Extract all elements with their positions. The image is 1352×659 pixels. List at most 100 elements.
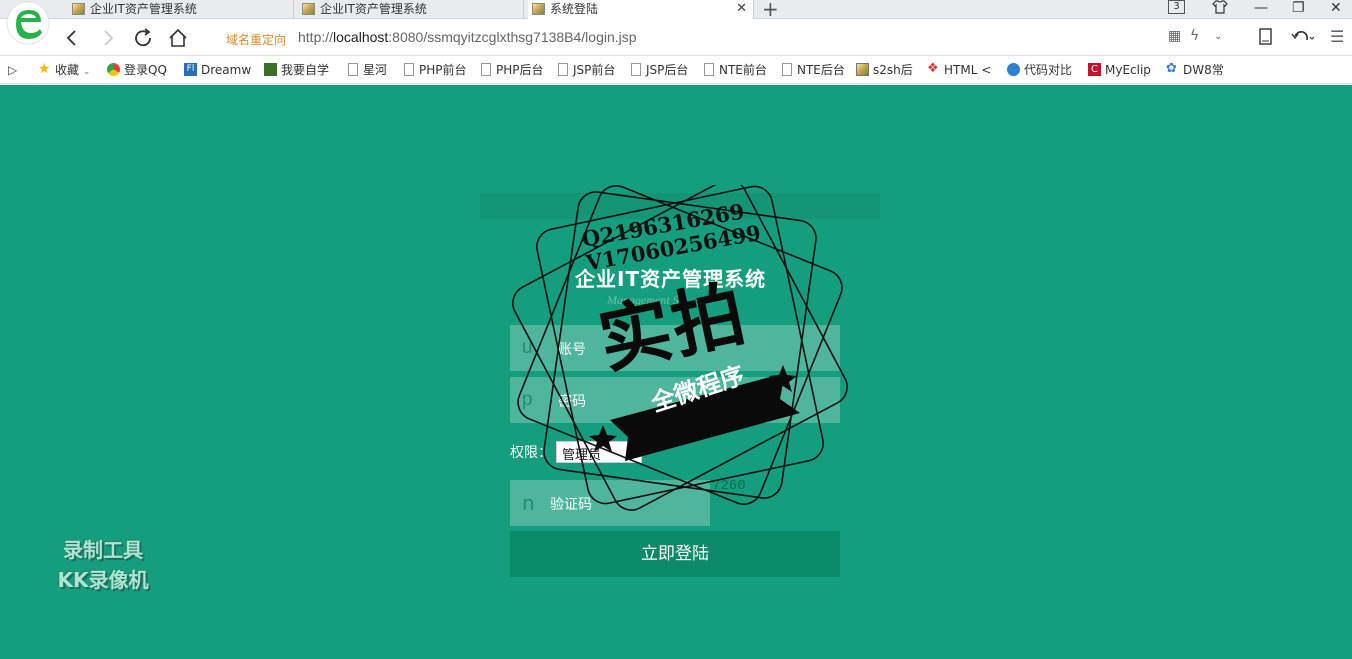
bookmark-code-compare[interactable]: 代码对比 [1007,62,1072,78]
address-toolbar: 域名重定向 http://localhost:8080/ssmqyitzcglx… [0,20,1352,56]
bookmark-label: 收藏 [55,63,80,77]
restore-icon[interactable]: ❐ [1292,0,1305,16]
image-icon [856,63,869,76]
bookmark-label: 代码对比 [1024,63,1073,77]
bookmark-xinghe[interactable]: 星河 [346,62,387,78]
bookmark-jsp-back[interactable]: JSP后台 [629,62,688,78]
chevron-down-icon[interactable]: ⌄ [1214,31,1222,42]
paw-icon: ✿ [1166,61,1177,76]
address-input[interactable]: http://localhost:8080/ssmqyitzcglxthsg71… [298,29,637,45]
chrome-icon [107,63,120,76]
chevron-down-icon: ⌄ [82,67,91,77]
bookmark-nte-back[interactable]: NTE后台 [780,62,845,78]
bookmark-html[interactable]: ❖ HTML < [927,61,992,78]
refresh-icon[interactable] [131,26,155,50]
menu-icon[interactable]: ☰ [1330,27,1344,46]
recorder-line-2: KK录像机 [57,568,149,592]
tab-count-badge[interactable]: 3 [1168,0,1185,14]
password-icon: p [522,389,533,410]
bookmark-label: 我要自学 [281,63,330,77]
role-select[interactable]: 管理员 [556,441,642,463]
page-favicon-icon [72,3,85,15]
url-path: :8080/ssmqyitzcglxthsg7138B4/login.jsp [388,29,637,45]
bookmark-label: MyEclip [1105,63,1151,77]
page-icon [481,63,491,76]
bookmark-label: JSP后台 [646,63,689,77]
bookmark-s2sh[interactable]: s2sh后 [856,62,913,78]
page-icon [782,63,792,76]
bookmark-self-study[interactable]: 我要自学 [264,62,329,78]
bookmark-label: JSP前台 [573,63,616,77]
bookmark-favorites[interactable]: ★ 收藏 ⌄ [38,61,91,80]
sidebar-toggle-icon[interactable]: ▷ [8,63,17,77]
bookmark-jsp-front[interactable]: JSP前台 [556,62,615,78]
page-favicon-icon [302,3,315,15]
close-window-icon[interactable]: ✕ [1330,0,1342,16]
new-tab-icon[interactable]: + [762,0,779,21]
compare-icon [1007,63,1020,76]
page-icon [558,63,568,76]
captcha-placeholder: 验证码 [550,497,592,513]
bookmark-myeclipse[interactable]: C MyEclip [1088,62,1151,78]
html-icon: ❖ [927,61,939,76]
back-icon[interactable] [60,26,84,50]
tab-title: 企业IT资产管理系统 [90,2,197,16]
username-placeholder: 账号 [558,342,586,358]
bookmark-dw8[interactable]: ✿ DW8常 [1166,61,1224,78]
browser-logo-icon [4,0,54,46]
dreamweaver-icon: Fl [184,63,197,76]
tab-strip: 企业IT资产管理系统 企业IT资产管理系统 系统登陆 ✕ + 3 — ❐ ✕ [0,0,1352,21]
bookmark-manager-icon[interactable] [1258,28,1274,50]
bookmark-label: PHP后台 [496,63,544,77]
myeclipse-icon: C [1088,63,1101,76]
password-placeholder: 密码 [558,394,586,410]
bookmark-php-front[interactable]: PHP前台 [402,62,467,78]
bookmark-php-back[interactable]: PHP后台 [479,62,544,78]
url-scheme: http:// [298,29,334,45]
bookmark-label: DW8常 [1183,63,1224,77]
captcha-image[interactable]: 7260 [712,478,772,500]
recorder-line-1: 录制工具 [63,538,143,562]
tab-login[interactable]: 系统登陆 ✕ [528,0,754,19]
page-icon [631,63,641,76]
bookmark-label: 登录QQ [124,63,167,77]
page-favicon-icon [532,3,545,15]
bookmark-label: PHP前台 [419,63,467,77]
bookmark-label: NTE后台 [797,63,845,77]
url-host: localhost [333,29,389,45]
bookmarks-bar: ▷ ★ 收藏 ⌄ 登录QQ Fl Dreamw 我要自学 星河 PHP前台 PH… [0,57,1352,84]
tab-asset-system-1[interactable]: 企业IT资产管理系统 [68,0,294,19]
bookmark-nte-front[interactable]: NTE前台 [702,62,767,78]
bookmark-dreamweaver[interactable]: Fl Dreamw [184,62,251,78]
bookmark-label: HTML < [944,63,992,77]
page-icon [404,63,414,76]
bookmark-login-qq[interactable]: 登录QQ [107,62,167,78]
star-icon: ★ [38,61,51,77]
login-button[interactable]: 立即登陆 [510,531,840,577]
close-icon[interactable]: ✕ [736,0,747,18]
recorder-watermark: 录制工具 KK录像机 [33,535,173,595]
tab-title: 企业IT资产管理系统 [320,2,427,16]
qr-code-icon[interactable]: ▦ [1168,28,1181,44]
tab-asset-system-2[interactable]: 企业IT资产管理系统 [298,0,524,19]
captcha-icon: n [522,491,535,515]
login-page: 企业IT资产管理系统 Management Sy u 账号 p 密码 权限： 管… [0,85,1352,659]
shirt-skin-icon[interactable] [1212,0,1228,18]
bookmark-label: Dreamw [201,63,252,77]
page-icon [704,63,714,76]
bookmark-label: 星河 [363,63,388,77]
lightning-icon[interactable]: ϟ [1190,28,1199,44]
user-icon: u [522,337,533,358]
tab-title: 系统登陆 [550,2,599,16]
leaf-icon [264,63,277,76]
home-icon[interactable] [166,26,190,50]
captcha-field[interactable]: n 验证码 [510,480,710,526]
page-icon [348,63,358,76]
redirect-label[interactable]: 域名重定向 [226,31,286,48]
bookmark-label: s2sh后 [873,63,913,77]
undo-icon[interactable] [1290,28,1315,50]
minimize-icon[interactable]: — [1254,0,1268,16]
forward-icon[interactable] [96,26,120,50]
bookmark-label: NTE前台 [719,63,767,77]
role-label: 权限： [510,445,552,461]
